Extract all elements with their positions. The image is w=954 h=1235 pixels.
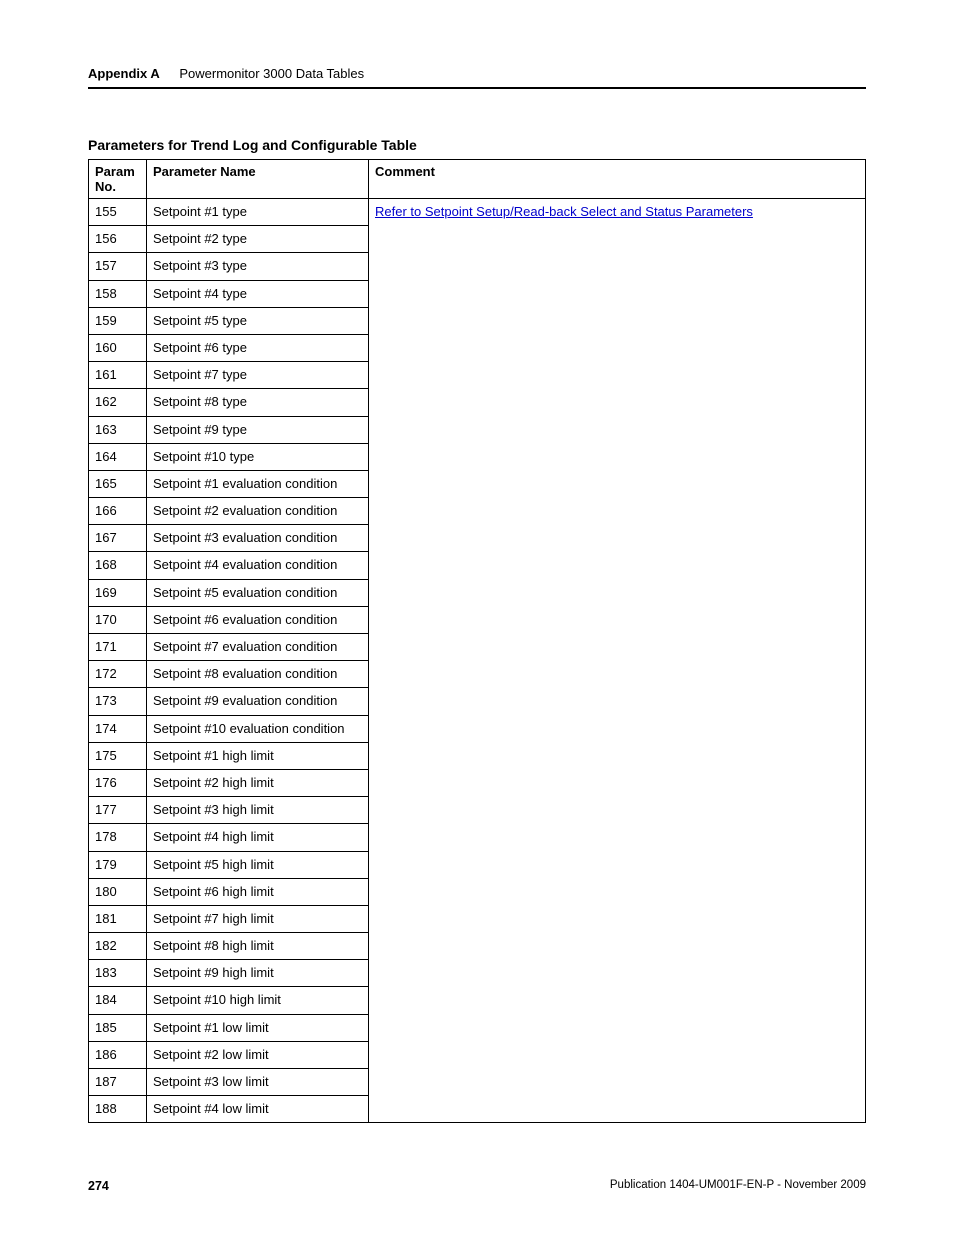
parameters-table: Param No. Parameter Name Comment 155Setp… [88, 159, 866, 1123]
param-no: 160 [89, 334, 147, 361]
param-no: 172 [89, 661, 147, 688]
param-name: Setpoint #10 high limit [147, 987, 369, 1014]
param-no: 185 [89, 1014, 147, 1041]
param-name: Setpoint #10 type [147, 443, 369, 470]
param-name: Setpoint #1 evaluation condition [147, 470, 369, 497]
param-name: Setpoint #2 high limit [147, 769, 369, 796]
param-name: Setpoint #10 evaluation condition [147, 715, 369, 742]
param-no: 173 [89, 688, 147, 715]
chapter-label: Powermonitor 3000 Data Tables [179, 66, 364, 81]
param-no: 159 [89, 307, 147, 334]
param-no: 182 [89, 933, 147, 960]
param-name: Setpoint #3 low limit [147, 1069, 369, 1096]
param-name: Setpoint #4 type [147, 280, 369, 307]
running-header: Appendix A Powermonitor 3000 Data Tables [88, 66, 866, 81]
param-no: 183 [89, 960, 147, 987]
appendix-label: Appendix A [88, 66, 160, 81]
param-name: Setpoint #1 low limit [147, 1014, 369, 1041]
param-no: 165 [89, 470, 147, 497]
param-no: 169 [89, 579, 147, 606]
param-no: 166 [89, 498, 147, 525]
page-footer: 274 Publication 1404-UM001F-EN-P - Novem… [88, 1179, 866, 1193]
param-no: 179 [89, 851, 147, 878]
param-no: 175 [89, 742, 147, 769]
param-name: Setpoint #2 low limit [147, 1041, 369, 1068]
param-name: Setpoint #4 low limit [147, 1096, 369, 1123]
param-no: 164 [89, 443, 147, 470]
col-header-comment: Comment [369, 160, 866, 199]
publication-info: Publication 1404-UM001F-EN-P - November … [610, 1179, 866, 1191]
param-no: 176 [89, 769, 147, 796]
param-name: Setpoint #8 high limit [147, 933, 369, 960]
param-no: 171 [89, 634, 147, 661]
param-no: 155 [89, 199, 147, 226]
param-no: 187 [89, 1069, 147, 1096]
table-title: Parameters for Trend Log and Configurabl… [88, 137, 866, 153]
param-no: 181 [89, 905, 147, 932]
param-name: Setpoint #3 type [147, 253, 369, 280]
page-number: 274 [88, 1179, 109, 1193]
header-rule [88, 87, 866, 89]
param-name: Setpoint #8 type [147, 389, 369, 416]
param-no: 186 [89, 1041, 147, 1068]
param-no: 161 [89, 362, 147, 389]
param-no: 156 [89, 226, 147, 253]
param-name: Setpoint #2 evaluation condition [147, 498, 369, 525]
param-name: Setpoint #6 evaluation condition [147, 606, 369, 633]
param-no: 158 [89, 280, 147, 307]
param-no: 167 [89, 525, 147, 552]
col-header-name: Parameter Name [147, 160, 369, 199]
param-no: 168 [89, 552, 147, 579]
param-no: 170 [89, 606, 147, 633]
comment-link[interactable]: Refer to Setpoint Setup/Read-back Select… [375, 204, 753, 219]
param-name: Setpoint #5 type [147, 307, 369, 334]
param-name: Setpoint #1 type [147, 199, 369, 226]
param-no: 162 [89, 389, 147, 416]
param-name: Setpoint #9 high limit [147, 960, 369, 987]
comment-cell: Refer to Setpoint Setup/Read-back Select… [369, 199, 866, 1123]
param-name: Setpoint #6 high limit [147, 878, 369, 905]
param-name: Setpoint #9 evaluation condition [147, 688, 369, 715]
param-no: 188 [89, 1096, 147, 1123]
param-name: Setpoint #7 evaluation condition [147, 634, 369, 661]
param-name: Setpoint #7 type [147, 362, 369, 389]
param-no: 178 [89, 824, 147, 851]
col-header-no: Param No. [89, 160, 147, 199]
param-no: 180 [89, 878, 147, 905]
param-name: Setpoint #1 high limit [147, 742, 369, 769]
param-name: Setpoint #5 evaluation condition [147, 579, 369, 606]
param-no: 184 [89, 987, 147, 1014]
param-name: Setpoint #4 evaluation condition [147, 552, 369, 579]
param-name: Setpoint #9 type [147, 416, 369, 443]
param-no: 177 [89, 797, 147, 824]
param-no: 157 [89, 253, 147, 280]
param-name: Setpoint #3 evaluation condition [147, 525, 369, 552]
param-name: Setpoint #6 type [147, 334, 369, 361]
table-row: 155Setpoint #1 type Refer to Setpoint Set… [89, 199, 866, 226]
param-no: 163 [89, 416, 147, 443]
param-name: Setpoint #4 high limit [147, 824, 369, 851]
param-name: Setpoint #7 high limit [147, 905, 369, 932]
param-name: Setpoint #2 type [147, 226, 369, 253]
param-name: Setpoint #3 high limit [147, 797, 369, 824]
param-name: Setpoint #8 evaluation condition [147, 661, 369, 688]
param-name: Setpoint #5 high limit [147, 851, 369, 878]
param-no: 174 [89, 715, 147, 742]
